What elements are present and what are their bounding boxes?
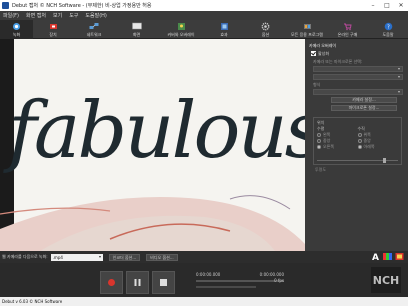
svg-text:?: ? — [387, 24, 390, 30]
menu-bar: 파일(F) 화면 캡처 보기 도구 도움말(H) — [0, 11, 408, 20]
text-tool-icon[interactable]: A — [371, 252, 380, 261]
encoder-options-button[interactable]: 인코더 옵션... — [108, 253, 141, 261]
status-bar: Debut v 6.03 © NCH Software — [0, 297, 408, 306]
horizontal-column: 수평 왼쪽 중앙 오른쪽 — [317, 126, 358, 150]
toolbar-overlay-button[interactable]: 커버와 오버레이 — [158, 20, 204, 39]
opacity-label: 투명도 — [315, 167, 327, 172]
opacity-slider[interactable] — [317, 158, 398, 163]
toolbar-options-button[interactable]: 옵션 — [244, 20, 287, 39]
window-title: Debut 캡처 © NCH Software - (무제한) 비-상업 가정용… — [12, 3, 152, 9]
svg-text:fabulous: fabulous — [3, 86, 305, 176]
record-button[interactable] — [100, 271, 123, 294]
menu-tools[interactable]: 도구 — [69, 12, 78, 19]
position-group: 위치 수평 왼쪽 중앙 오른쪽 수직 위쪽 중앙 아래쪽 — [313, 117, 402, 165]
mic-settings-button[interactable]: 마이크로폰 설정... — [331, 105, 397, 111]
right-tools: A — [368, 252, 404, 261]
overlay-icon — [176, 21, 186, 31]
progress-bar — [196, 280, 284, 282]
preview-image: fabulous — [0, 39, 305, 251]
menu-capture[interactable]: 화면 캡처 — [26, 12, 46, 19]
toolbar-network-button[interactable]: 네트워크 — [73, 20, 115, 39]
capture-label: 웹 카메라를 다음으로 녹화: — [2, 254, 48, 259]
toolbar-help-button[interactable]: ? 도움말 — [368, 20, 408, 39]
toolbar-network-label: 네트워크 — [86, 32, 102, 37]
maximize-button[interactable]: □ — [380, 0, 394, 11]
video-options-button[interactable]: 비디오 옵션... — [146, 253, 178, 261]
enable-checkbox[interactable]: 활성화 — [311, 50, 405, 57]
toolbar-suite-label: 모든 응용 프로그램 — [291, 32, 323, 37]
elapsed-time: 0:00:00.000 — [196, 272, 221, 277]
minimize-button[interactable]: – — [366, 0, 380, 11]
device-icon — [48, 21, 58, 31]
camera-select-label: 카메라 또는 마이크로폰 선택: — [313, 59, 363, 64]
camera-overlay-panel: 카메라 오버레이 활성화 카메라 또는 마이크로폰 선택: 형식 카메라 설정.… — [305, 39, 408, 251]
toolbar-device-button[interactable]: 장치 — [33, 20, 73, 39]
cart-icon — [343, 21, 353, 31]
transport-buttons — [100, 271, 178, 294]
menu-view[interactable]: 보기 — [53, 12, 62, 19]
fps-readout: 0 fps — [274, 278, 284, 283]
network-icon — [89, 21, 99, 31]
enable-label: 활성화 — [318, 50, 330, 56]
toolbar-help-label: 도움말 — [382, 32, 394, 37]
level-meter — [196, 286, 256, 288]
toolbar-record-button[interactable]: 녹화 — [0, 20, 33, 39]
record-icon — [12, 21, 22, 31]
menu-help[interactable]: 도움말(H) — [85, 12, 106, 19]
h-right-radio[interactable]: 오른쪽 — [317, 144, 358, 150]
title-bar: Debut 캡처 © NCH Software - (무제한) 비-상업 가정용… — [0, 0, 408, 11]
v-bottom-radio[interactable]: 아래쪽 — [357, 144, 399, 150]
transport-panel: 0:00:00.000 0:00:00.000 0 fps NCH — [0, 263, 408, 297]
record-dot-icon — [108, 279, 115, 286]
close-button[interactable]: ✕ — [394, 0, 408, 11]
main-toolbar: 녹화 장치 네트워크 화면 커버와 오버레이 효과 옵션 모든 응용 프로그램 … — [0, 20, 408, 39]
toolbar-screen-button[interactable]: 화면 — [115, 20, 158, 39]
app-icon — [2, 2, 9, 9]
screen-icon — [131, 21, 142, 31]
svg-text:NCH: NCH — [373, 274, 400, 287]
toolbar-effects-label: 효과 — [220, 32, 228, 37]
camera-settings-button[interactable]: 카메라 설정... — [331, 97, 397, 103]
stop-icon — [160, 279, 167, 286]
checkbox-checked-icon — [311, 51, 316, 56]
stop-button[interactable] — [152, 271, 175, 294]
total-time: 0:00:00.000 — [259, 272, 284, 277]
suite-icon — [302, 21, 312, 31]
panel-header: 카메라 오버레이 — [309, 42, 405, 50]
color-adjust-icon[interactable] — [383, 252, 392, 261]
camera-select[interactable] — [313, 66, 403, 72]
format-dropdown[interactable]: .mp4 — [50, 253, 103, 261]
toolbar-buy-label: 온라인 구매 — [337, 32, 358, 37]
toolbar-screen-label: 화면 — [132, 32, 141, 37]
nch-logo: NCH — [370, 266, 402, 294]
toolbar-suite-button[interactable]: 모든 응용 프로그램 — [287, 20, 327, 39]
camera-select-2[interactable] — [313, 74, 403, 80]
toolbar-device-label: 장치 — [49, 32, 57, 37]
menu-file[interactable]: 파일(F) — [3, 12, 19, 19]
format-label: 형식 — [313, 82, 321, 87]
capture-control-bar: 웹 카메라를 다음으로 녹화: .mp4 인코더 옵션... 비디오 옵션...… — [0, 251, 408, 263]
toolbar-buy-button[interactable]: 온라인 구매 — [327, 20, 368, 39]
vertical-column: 수직 위쪽 중앙 아래쪽 — [357, 126, 399, 150]
format-select[interactable] — [313, 89, 403, 95]
toolbar-options-label: 옵션 — [261, 32, 270, 37]
recording-info: 0:00:00.000 0:00:00.000 0 fps — [196, 272, 284, 288]
toolbar-overlay-label: 커버와 오버레이 — [167, 32, 195, 37]
time-row: 0:00:00.000 0:00:00.000 — [196, 272, 284, 277]
effects-icon — [219, 21, 229, 31]
gear-icon — [261, 21, 271, 31]
video-preview[interactable]: fabulous — [0, 39, 305, 251]
pause-icon — [134, 279, 141, 286]
overlay-title: 카메라 오버레이 — [309, 43, 337, 48]
slider-thumb[interactable] — [383, 158, 386, 163]
toolbar-effects-button[interactable]: 효과 — [204, 20, 244, 39]
svg-text:A: A — [372, 253, 379, 261]
toolbar-record-label: 녹화 — [12, 32, 21, 37]
pause-button[interactable] — [126, 271, 149, 294]
video-effect-icon[interactable] — [395, 252, 404, 261]
help-icon: ? — [383, 21, 393, 31]
